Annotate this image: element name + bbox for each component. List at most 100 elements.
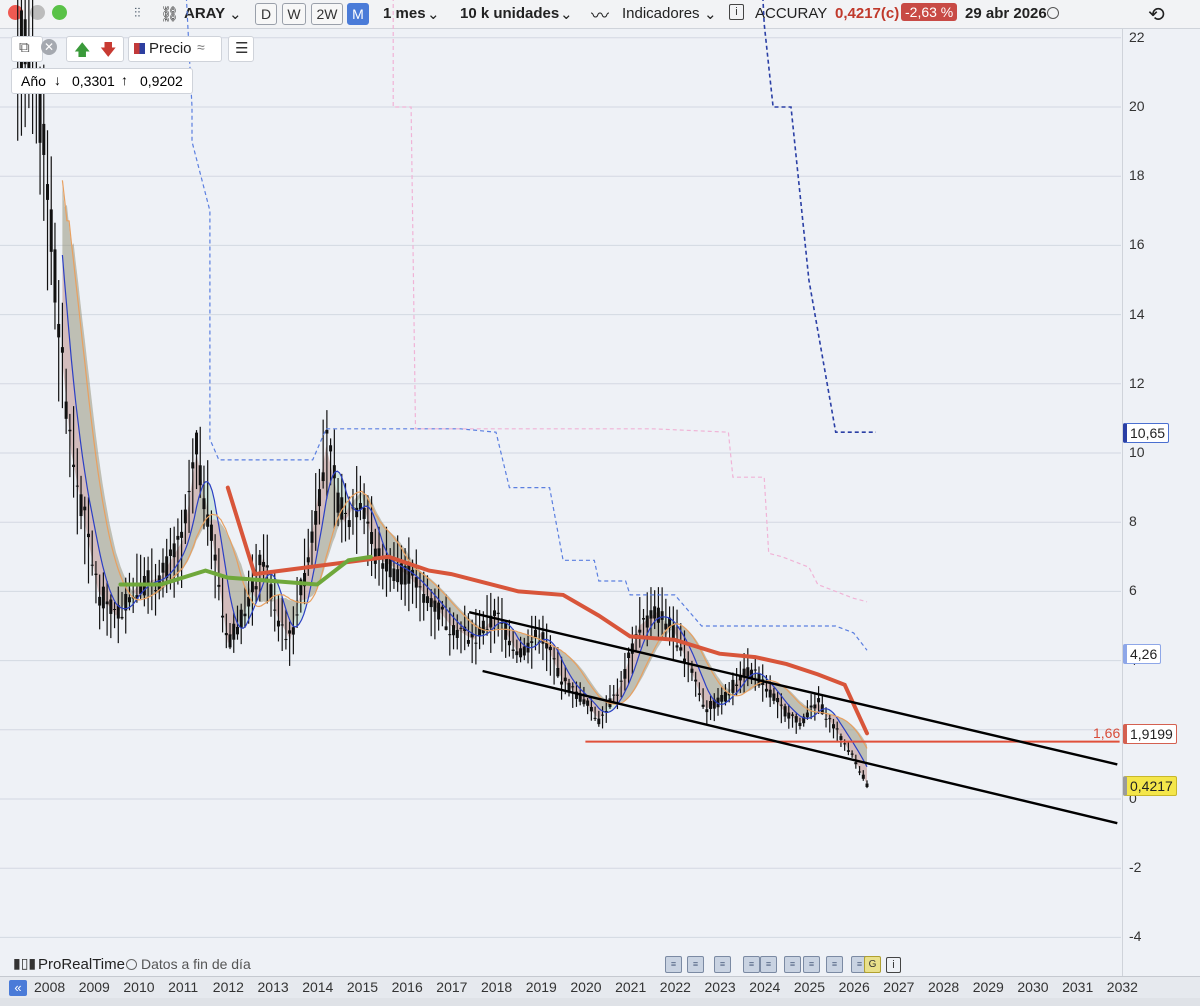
candle-body: [642, 618, 646, 620]
candle-body: [563, 677, 567, 682]
scroll-back-button[interactable]: «: [9, 980, 27, 996]
y-tick-label: 10: [1129, 444, 1145, 460]
series-color-icon: [134, 43, 145, 54]
candle-body: [418, 586, 422, 588]
candle-body: [258, 554, 262, 566]
candle-body: [794, 716, 798, 723]
candle-body: [370, 532, 374, 544]
y-tick-label: -4: [1129, 928, 1142, 945]
candle-body: [846, 750, 850, 752]
candle-body: [768, 689, 772, 698]
candle-body: [459, 627, 463, 629]
g-event-icon[interactable]: G: [864, 956, 881, 973]
candle-body: [329, 445, 333, 452]
x-tick-label: 2023: [704, 979, 736, 995]
candle-body: [787, 712, 791, 719]
candle-body: [545, 642, 549, 649]
bottom-strip: [0, 998, 1200, 1006]
candle-body: [850, 753, 854, 755]
candle-body: [798, 722, 802, 727]
price-series-legend[interactable]: Precio ≈: [128, 36, 222, 62]
range-high: 0,9202: [140, 73, 183, 89]
buy-sell-buttons: 🡅 🡇: [66, 36, 124, 62]
candle-body: [228, 634, 232, 648]
candle-body: [735, 684, 739, 686]
x-tick-label: 2030: [1017, 979, 1049, 995]
candle-body: [49, 209, 53, 252]
info-icon[interactable]: i: [886, 957, 901, 973]
candle-body: [191, 462, 195, 469]
candle-body: [861, 774, 865, 779]
candle-body: [455, 629, 459, 638]
candle-body: [437, 602, 441, 620]
candle-body: [444, 626, 448, 630]
x-tick-label: 2016: [391, 979, 423, 995]
price-series-label: Precio: [149, 40, 192, 57]
candle-body: [839, 736, 843, 740]
calendar-event-icon[interactable]: ≡: [784, 956, 801, 973]
candle-body: [541, 632, 545, 644]
price-label-current: 0,4217: [1123, 776, 1177, 796]
candle-body: [336, 492, 340, 513]
candle-body: [493, 610, 497, 616]
y-tick-label: 22: [1129, 28, 1145, 45]
candle-body: [817, 698, 821, 703]
arrow-up-icon[interactable]: 🡅: [74, 39, 90, 66]
candle-body: [623, 669, 627, 679]
candle-body: [284, 638, 288, 641]
settings-wave-icon[interactable]: ≈: [197, 39, 205, 55]
candle-body: [440, 606, 444, 610]
y-tick-label: -2: [1129, 859, 1142, 876]
candle-body: [638, 629, 642, 633]
x-tick-label: 2014: [302, 979, 334, 995]
arrow-down-icon[interactable]: 🡇: [100, 39, 116, 66]
candle-body: [221, 615, 225, 618]
candle-body: [262, 562, 266, 567]
candle-body: [310, 531, 314, 543]
calendar-event-icon[interactable]: ≡: [803, 956, 820, 973]
candle-body: [75, 485, 79, 487]
candle-body: [90, 564, 94, 566]
candle-body: [723, 691, 727, 702]
candle-body: [209, 524, 213, 541]
candle-body: [481, 620, 485, 634]
candle-body: [46, 184, 50, 200]
y-tick-label: 6: [1129, 582, 1137, 599]
candle-body: [344, 512, 348, 514]
candle-body: [198, 465, 202, 486]
candle-body: [530, 641, 534, 644]
candle-body: [60, 347, 64, 353]
candle-body: [273, 609, 277, 611]
remove-button[interactable]: ✕: [38, 36, 62, 60]
arrow-down-icon: ↓: [54, 72, 61, 88]
x-tick-label: 2008: [34, 979, 66, 995]
x-tick-label: 2018: [481, 979, 513, 995]
calendar-event-icon[interactable]: ≡: [665, 956, 682, 973]
candle-body: [101, 586, 105, 609]
x-tick-label: 2029: [972, 979, 1004, 995]
calendar-event-icon[interactable]: ≡: [687, 956, 704, 973]
candle-body: [355, 507, 359, 518]
candle-body: [295, 614, 299, 616]
candle-body: [120, 616, 124, 619]
candle-body: [783, 706, 787, 717]
candle-body: [552, 658, 556, 660]
price-chart[interactable]: [0, 0, 1200, 1006]
list-button[interactable]: ☰: [228, 36, 254, 62]
x-tick-label: 2012: [212, 979, 244, 995]
candle-body: [317, 489, 321, 507]
candle-body: [68, 429, 72, 432]
calendar-event-icon[interactable]: ≡: [826, 956, 843, 973]
calendar-event-icon[interactable]: ≡: [743, 956, 760, 973]
candle-body: [276, 620, 280, 627]
candle-body: [649, 610, 653, 619]
candle-body: [79, 494, 83, 517]
candle-body: [265, 565, 269, 568]
calendar-event-icon[interactable]: ≡: [714, 956, 731, 973]
candle-body: [448, 634, 452, 636]
candle-body: [615, 694, 619, 696]
candle-body: [548, 646, 552, 651]
calendar-event-icon[interactable]: ≡: [760, 956, 777, 973]
candle-body: [630, 643, 634, 654]
candle-body: [601, 714, 605, 716]
